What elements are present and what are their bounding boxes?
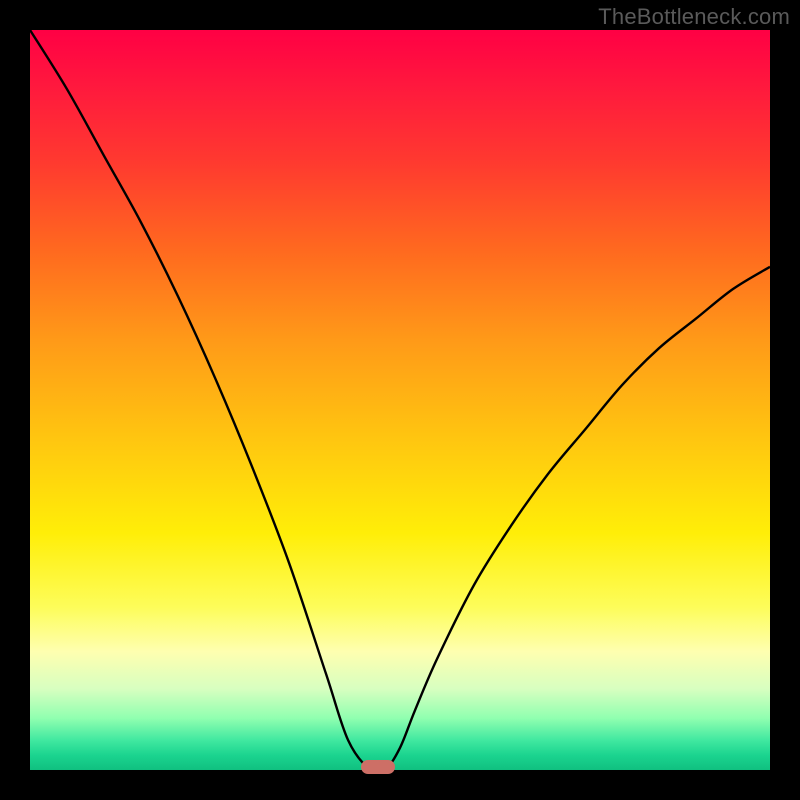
chart-frame: TheBottleneck.com [0,0,800,800]
curve-path [30,30,770,773]
optimal-point-marker [361,760,395,774]
bottleneck-curve [30,30,770,770]
attribution-text: TheBottleneck.com [598,4,790,30]
plot-area [30,30,770,770]
